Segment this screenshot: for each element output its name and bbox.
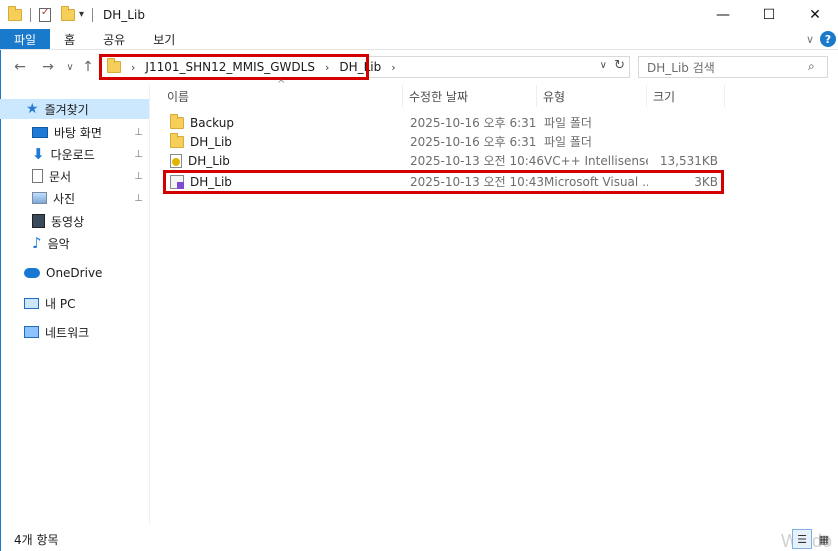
network-icon [24, 326, 39, 338]
sidebar-item-label: 음악 [47, 236, 70, 251]
sidebar-item-music[interactable]: ♪ 음악 [32, 233, 149, 253]
tab-view[interactable]: 보기 [139, 29, 189, 49]
file-name: DH_Lib [190, 134, 232, 149]
file-type: 파일 폴더 [544, 135, 592, 149]
folder-icon [170, 132, 184, 148]
file-name-cell: DH_Lib [170, 132, 232, 151]
address-dropdown-icon[interactable]: ∨ [600, 60, 607, 71]
properties-icon[interactable] [39, 7, 51, 22]
column-header-date[interactable]: 수정한 날짜 [403, 85, 537, 107]
sidebar-item-label: 네트워크 [45, 325, 90, 340]
back-arrow-icon[interactable]: ← [12, 58, 28, 76]
help-icon[interactable]: ? [820, 31, 836, 47]
pin-icon: ⊥ [134, 170, 143, 182]
file-name: DH_Lib [188, 153, 230, 168]
view-switcher: ☰ ▦ [792, 529, 834, 549]
column-header-type[interactable]: 유형 [537, 85, 647, 107]
sidebar-item-label: 내 PC [45, 296, 76, 311]
status-bar: 4개 항목 Windo ☰ ▦ [0, 527, 838, 551]
table-row[interactable]: Backup 2025-10-16 오후 6:31 파일 폴더 [164, 113, 724, 132]
window-title: DH_Lib [103, 7, 145, 22]
sidebar-item-this-pc[interactable]: 내 PC [24, 293, 149, 313]
sidebar-item-documents[interactable]: 문서 ⊥ [32, 166, 149, 186]
large-icons-view-icon[interactable]: ▦ [814, 529, 834, 549]
videos-icon [32, 214, 45, 228]
sidebar-item-quick-access[interactable]: ★ 즐겨찾기 [0, 99, 149, 119]
sidebar-item-label: OneDrive [46, 266, 103, 280]
file-size [654, 132, 718, 151]
desktop-icon [32, 126, 48, 138]
sidebar-item-desktop[interactable]: 바탕 화면 ⊥ [32, 122, 149, 142]
file-list: ^ 이름 수정한 날짜 유형 크기 Backup 2025-10-16 오후 6… [151, 79, 838, 525]
close-button[interactable]: ✕ [792, 0, 838, 29]
column-header-size[interactable]: 크기 [647, 85, 725, 107]
tab-file[interactable]: 파일 [0, 29, 51, 49]
up-arrow-icon[interactable]: ↑ [80, 58, 96, 76]
sidebar-item-downloads[interactable]: ⬇ 다운로드 ⊥ [32, 144, 149, 164]
tab-home[interactable]: 홈 [50, 29, 89, 49]
sidebar-item-label: 문서 [49, 169, 72, 184]
sidebar-item-label: 바탕 화면 [54, 125, 102, 140]
folder-icon[interactable] [8, 5, 22, 21]
ribbon-right-controls: ∨ ? [806, 31, 836, 47]
details-view-icon[interactable]: ☰ [792, 529, 812, 549]
sidebar-item-label: 다운로드 [50, 147, 95, 162]
sidebar-item-videos[interactable]: 동영상 [32, 211, 149, 231]
customize-toolbar-dropdown-icon[interactable]: ▾ [79, 9, 84, 20]
recent-locations-icon[interactable]: ∨ [62, 58, 78, 76]
forward-arrow-icon[interactable]: → [40, 58, 56, 76]
file-size: 13,531KB [659, 153, 718, 168]
refresh-icon[interactable]: ↻ [614, 58, 625, 73]
file-name: Backup [190, 115, 234, 130]
star-icon: ★ [26, 101, 39, 117]
expand-ribbon-icon[interactable]: ∨ [806, 33, 814, 46]
search-input[interactable]: DH_Lib 검색 [638, 56, 828, 78]
title-bar: ▾ DH_Lib — ☐ ✕ [0, 0, 838, 29]
breadcrumb-separator[interactable]: › [391, 61, 395, 74]
this-pc-icon [24, 297, 39, 309]
music-icon: ♪ [32, 234, 42, 252]
table-row[interactable]: DH_Lib 2025-10-16 오후 6:31 파일 폴더 [164, 132, 724, 151]
window-controls: — ☐ ✕ [700, 0, 838, 29]
item-count: 4개 항목 [14, 532, 59, 547]
file-name-cell: DH_Lib [170, 151, 230, 170]
pin-icon: ⊥ [134, 192, 143, 204]
new-folder-icon[interactable] [61, 5, 75, 21]
download-icon: ⬇ [32, 145, 45, 163]
pictures-icon [32, 192, 47, 204]
file-row-highlight [163, 170, 724, 194]
minimize-button[interactable]: — [700, 0, 746, 29]
file-type: 파일 폴더 [544, 116, 592, 130]
onedrive-icon [24, 268, 40, 278]
vc-db-file-icon [170, 153, 182, 168]
toolbar-divider [30, 7, 31, 22]
file-date: 2025-10-13 오전 10:46 [410, 154, 545, 168]
sidebar-item-network[interactable]: 네트워크 [24, 322, 149, 342]
navigation-pane: ★ 즐겨찾기 바탕 화면 ⊥ ⬇ 다운로드 ⊥ 문서 ⊥ 사진 ⊥ 동영상 ♪ … [0, 85, 150, 525]
sidebar-item-label: 동영상 [51, 214, 85, 229]
folder-icon [170, 113, 184, 129]
pin-icon: ⊥ [134, 126, 143, 138]
file-size [654, 113, 718, 132]
file-type: VC++ Intellisense... [544, 153, 648, 168]
documents-icon [32, 169, 43, 183]
file-date: 2025-10-16 오후 6:31 [410, 116, 537, 130]
sidebar-item-pictures[interactable]: 사진 ⊥ [32, 188, 149, 208]
sidebar-item-label: 사진 [53, 191, 76, 206]
quick-access-toolbar: ▾ [0, 5, 97, 22]
sidebar-item-label: 즐겨찾기 [44, 102, 89, 117]
pin-icon: ⊥ [134, 148, 143, 160]
search-icon[interactable]: ⌕ [808, 59, 815, 74]
ribbon-tabs: 파일 홈 공유 보기 ∨ ? [0, 29, 838, 49]
file-name-cell: Backup [170, 113, 234, 132]
address-bar-highlight [99, 54, 369, 80]
table-row[interactable]: DH_Lib 2025-10-13 오전 10:46 VC++ Intellis… [164, 151, 724, 170]
sidebar-item-onedrive[interactable]: OneDrive [24, 263, 149, 283]
maximize-button[interactable]: ☐ [746, 0, 792, 29]
tab-share[interactable]: 공유 [89, 29, 139, 49]
file-date: 2025-10-16 오후 6:31 [410, 135, 537, 149]
toolbar-divider [92, 7, 94, 22]
column-header-name[interactable]: 이름 [161, 85, 403, 107]
